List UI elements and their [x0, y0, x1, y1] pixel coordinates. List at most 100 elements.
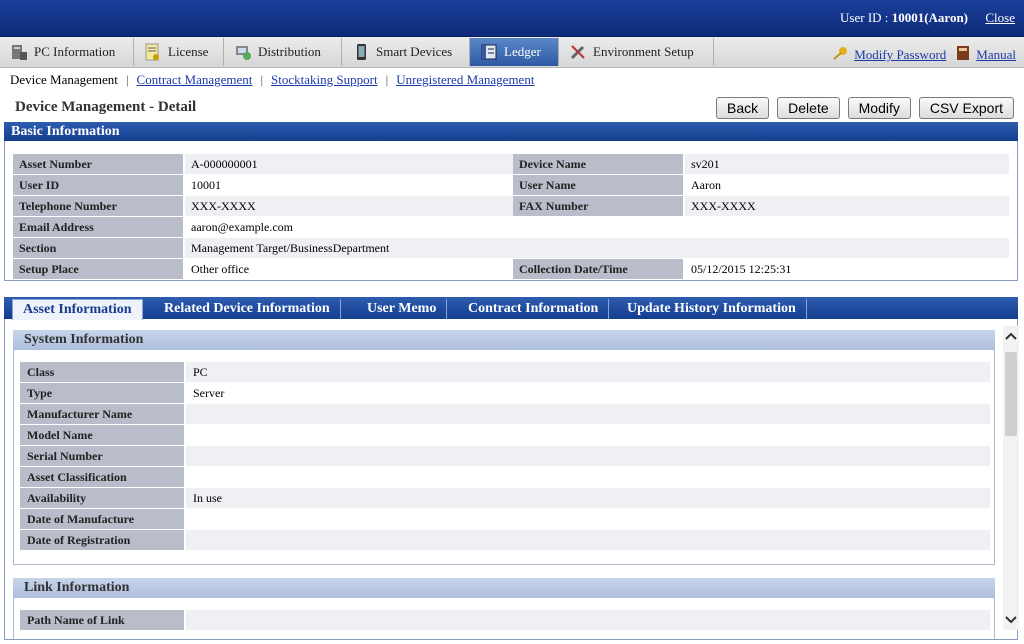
- tab-label: License: [168, 44, 209, 59]
- scrollbar-thumb[interactable]: [1005, 352, 1017, 436]
- availability-label: Availability: [20, 488, 186, 508]
- tab-update-history-information[interactable]: Update History Information: [617, 299, 807, 319]
- modify-button[interactable]: Modify: [847, 97, 911, 119]
- tab-label: Distribution: [258, 44, 321, 59]
- serial-number-value: [186, 446, 990, 466]
- table-row: User ID 10001 User Name Aaron: [13, 175, 1009, 195]
- page-title: Device Management - Detail: [15, 99, 197, 115]
- serial-number-label: Serial Number: [20, 446, 186, 466]
- subnav-separator: |: [385, 72, 389, 87]
- close-link[interactable]: Close: [985, 10, 1015, 26]
- tools-icon: [569, 43, 587, 61]
- tab-pc-information[interactable]: PC Information: [0, 38, 134, 66]
- fax-label: FAX Number: [513, 196, 685, 216]
- path-name-of-link-value: [186, 610, 990, 630]
- basic-info-header: Basic Information: [4, 122, 1018, 141]
- asset-classification-value: [186, 467, 990, 487]
- setup-place-label: Setup Place: [13, 259, 185, 279]
- manual-book-icon: [956, 45, 970, 65]
- basic-info-panel: Asset Number A-000000001 Device Name sv2…: [4, 141, 1018, 281]
- device-name-value: sv201: [685, 154, 1009, 174]
- subnav-separator: |: [260, 72, 264, 87]
- availability-value: In use: [186, 488, 990, 508]
- table-row: Path Name of Link: [20, 610, 990, 630]
- user-id-value: 10001: [185, 175, 513, 195]
- delete-button[interactable]: Delete: [777, 97, 840, 119]
- user-id-value: 10001(Aaron): [891, 10, 968, 25]
- telephone-value: XXX-XXXX: [185, 196, 513, 216]
- table-row: Section Management Target/BusinessDepart…: [13, 238, 1009, 258]
- vertical-scrollbar[interactable]: [1003, 326, 1019, 630]
- subnav-stocktaking-support[interactable]: Stocktaking Support: [271, 72, 378, 88]
- type-value: Server: [186, 383, 990, 403]
- table-row: Type Server: [20, 383, 990, 403]
- collection-datetime-value: 05/12/2015 12:25:31: [685, 259, 1009, 279]
- pc-icon: [10, 43, 28, 61]
- table-row: Availability In use: [20, 488, 990, 508]
- tab-environment-setup[interactable]: Environment Setup: [559, 38, 714, 66]
- date-of-manufacture-label: Date of Manufacture: [20, 509, 186, 529]
- user-id-label: User ID: [13, 175, 185, 195]
- back-button[interactable]: Back: [716, 97, 770, 119]
- table-row: Date of Registration: [20, 530, 990, 550]
- scroll-up-icon[interactable]: [1003, 328, 1019, 344]
- ledger-icon: [480, 43, 498, 61]
- device-name-label: Device Name: [513, 154, 685, 174]
- email-value: aaron@example.com: [185, 217, 1009, 237]
- table-row: Date of Manufacture: [20, 509, 990, 529]
- tab-label: Ledger: [504, 44, 541, 59]
- asset-classification-label: Asset Classification: [20, 467, 186, 487]
- link-info-panel: Path Name of Link: [13, 598, 995, 639]
- top-bar: User ID : 10001(Aaron) Close: [0, 0, 1024, 37]
- tab-smart-devices[interactable]: Smart Devices: [342, 38, 470, 66]
- model-name-label: Model Name: [20, 425, 186, 445]
- detail-tabs: Asset Information Related Device Informa…: [4, 297, 1018, 320]
- table-row: Telephone Number XXX-XXXX FAX Number XXX…: [13, 196, 1009, 216]
- tab-ledger[interactable]: Ledger: [470, 38, 559, 66]
- smartphone-icon: [352, 43, 370, 61]
- date-of-manufacture-value: [186, 509, 990, 529]
- table-row: Class PC: [20, 362, 990, 382]
- key-icon: [832, 46, 848, 64]
- subnav-separator: |: [125, 72, 129, 87]
- link-info-table: Path Name of Link: [20, 609, 990, 631]
- tab-user-memo[interactable]: User Memo: [357, 299, 448, 319]
- subnav-unregistered-management[interactable]: Unregistered Management: [396, 72, 534, 88]
- section-value: Management Target/BusinessDepartment: [185, 238, 1009, 258]
- manual-link[interactable]: Manual: [976, 47, 1016, 63]
- user-id-label: User ID :: [840, 10, 892, 25]
- modify-password-link[interactable]: Modify Password: [854, 47, 946, 63]
- email-label: Email Address: [13, 217, 185, 237]
- table-row: Manufacturer Name: [20, 404, 990, 424]
- right-links: Modify Password Manual: [832, 45, 1016, 65]
- table-row: Asset Number A-000000001 Device Name sv2…: [13, 154, 1009, 174]
- user-info: User ID : 10001(Aaron): [840, 10, 968, 26]
- scroll-down-icon[interactable]: [1003, 612, 1019, 628]
- asset-number-value: A-000000001: [185, 154, 513, 174]
- distribution-icon: [234, 43, 252, 61]
- tab-label: Smart Devices: [376, 44, 453, 59]
- class-label: Class: [20, 362, 186, 382]
- user-name-value: Aaron: [685, 175, 1009, 195]
- setup-place-value: Other office: [185, 259, 513, 279]
- telephone-label: Telephone Number: [13, 196, 185, 216]
- date-of-registration-value: [186, 530, 990, 550]
- asset-information-content: System Information Class PC Type Server Ma…: [4, 319, 1018, 640]
- system-info-table: Class PC Type Server Manufacturer Name Mod…: [20, 361, 990, 551]
- tab-label: Environment Setup: [593, 44, 694, 59]
- user-name-label: User Name: [513, 175, 685, 195]
- tab-contract-information[interactable]: Contract Information: [458, 299, 610, 319]
- path-name-of-link-label: Path Name of Link: [20, 610, 186, 630]
- link-info-header: Link Information: [13, 578, 995, 598]
- asset-number-label: Asset Number: [13, 154, 185, 174]
- csv-export-button[interactable]: CSV Export: [918, 97, 1014, 119]
- subnav-device-management: Device Management: [10, 72, 118, 87]
- basic-info-table: Asset Number A-000000001 Device Name sv2…: [13, 153, 1009, 280]
- system-info-panel: Class PC Type Server Manufacturer Name Mod…: [13, 350, 995, 565]
- subnav-contract-management[interactable]: Contract Management: [137, 72, 253, 88]
- tab-related-device-information[interactable]: Related Device Information: [154, 299, 341, 319]
- class-value: PC: [186, 362, 990, 382]
- tab-license[interactable]: License: [134, 38, 224, 66]
- tab-distribution[interactable]: Distribution: [224, 38, 342, 66]
- tab-asset-information[interactable]: Asset Information: [12, 299, 143, 320]
